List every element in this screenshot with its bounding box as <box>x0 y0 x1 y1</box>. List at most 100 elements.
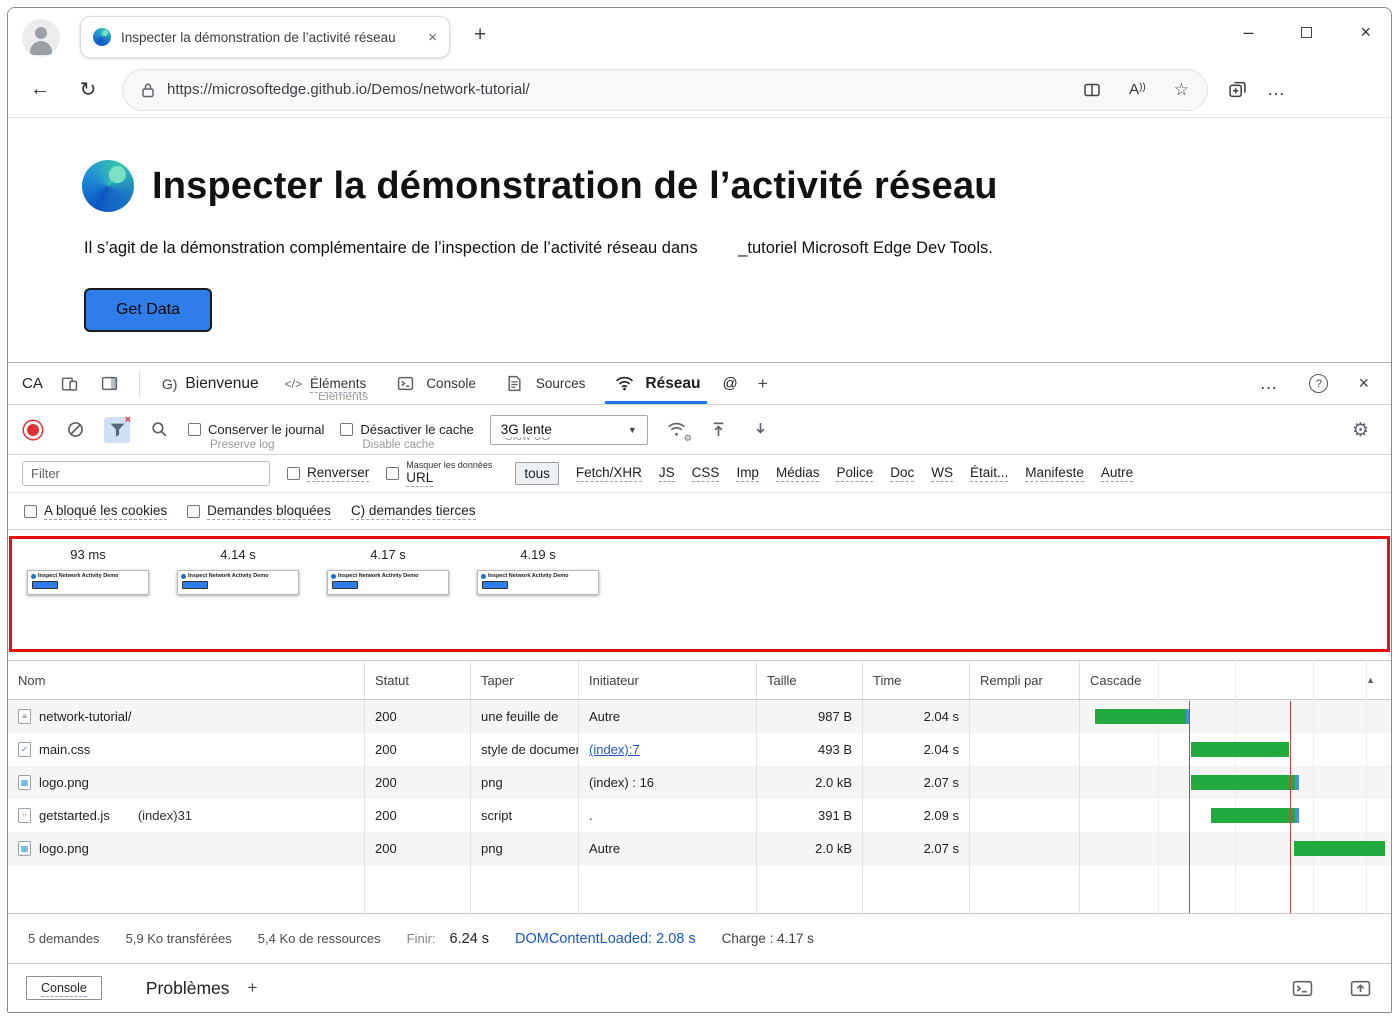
device-toolbar-icon[interactable] <box>57 371 83 397</box>
request-row[interactable]: ‹›getstarted.js(index)31200script.391 B2… <box>8 799 1391 832</box>
cell-initiator[interactable]: (index):7 <box>579 733 757 766</box>
filter-pill-tous[interactable]: tous <box>515 462 559 485</box>
clear-button[interactable] <box>62 417 88 443</box>
blocked-cookies-checkbox[interactable]: A bloqué les cookies <box>24 503 167 520</box>
search-button[interactable] <box>146 417 172 443</box>
domcontentloaded-value: DOMContentLoaded: 2.08 s <box>515 931 696 947</box>
more-tabs-button[interactable]: + <box>758 374 768 394</box>
settings-gear-icon[interactable]: ⚙ <box>1352 419 1369 441</box>
favorite-star-icon[interactable]: ☆ <box>1174 80 1189 100</box>
close-button[interactable]: × <box>1360 22 1371 43</box>
third-party-requests-filter[interactable]: C) demandes tierces <box>351 503 476 520</box>
devtools-menu-icon[interactable]: … <box>1259 373 1277 394</box>
waterfall-bar[interactable] <box>1191 742 1290 757</box>
waterfall-bar[interactable] <box>1294 841 1385 856</box>
import-har-button[interactable] <box>706 417 732 443</box>
site-info-icon[interactable] <box>141 82 155 98</box>
drawer-tab-console[interactable]: Console <box>26 976 102 1000</box>
network-conditions-icon[interactable]: ⚙ <box>664 417 690 443</box>
col-time[interactable]: Time <box>863 661 970 699</box>
col-size[interactable]: Taille <box>757 661 863 699</box>
filter-input[interactable] <box>22 461 270 486</box>
collections-icon[interactable] <box>1228 80 1247 99</box>
edge-logo-icon <box>31 574 36 579</box>
split-screen-icon[interactable] <box>1083 81 1101 99</box>
url-bar[interactable]: https://microsoftedge.github.io/Demos/ne… <box>122 69 1208 111</box>
tab-elements[interactable]: </> ÉlémentsElements <box>279 363 373 404</box>
col-name[interactable]: Nom <box>8 661 365 699</box>
waterfall-bar[interactable] <box>1095 709 1187 724</box>
tab-devtools-console[interactable]: Console <box>386 363 482 404</box>
filter-pill-Médias[interactable]: Médias <box>776 465 820 482</box>
request-row[interactable]: ✓main.css200style de document(index):749… <box>8 733 1391 766</box>
devtools-close-icon[interactable]: × <box>1358 373 1369 394</box>
filter-pill-Police[interactable]: Police <box>836 465 873 482</box>
filter-toggle-button[interactable]: × <box>104 417 130 443</box>
waterfall-bar[interactable] <box>1191 775 1297 790</box>
filter-pill-WS[interactable]: WS <box>931 465 953 482</box>
filter-clear-icon: × <box>125 414 131 426</box>
filter-pill-JS[interactable]: JS <box>659 465 675 482</box>
filmstrip-frame[interactable]: 4.17 sInspect Network Activity Demo <box>324 547 452 595</box>
profile-avatar[interactable] <box>22 19 60 57</box>
preserve-log-checkbox[interactable]: Conserver le journal Preserve log <box>188 422 324 437</box>
inspect-element-tool[interactable]: CA <box>22 375 43 392</box>
filmstrip-frame[interactable]: 4.19 sInspect Network Activity Demo <box>474 547 602 595</box>
filter-pill-Imp[interactable]: Imp <box>736 465 759 482</box>
maximize-button[interactable] <box>1301 22 1312 43</box>
cell-time: 2.07 s <box>863 766 970 799</box>
tab-network[interactable]: Réseau <box>605 363 706 404</box>
col-type[interactable]: Taper <box>471 661 579 699</box>
filter-pill-Manifeste[interactable]: Manifeste <box>1025 465 1084 482</box>
filter-pill-Était...[interactable]: Était... <box>970 465 1008 482</box>
hide-data-urls-checkbox[interactable]: Masquer les donnéesURL <box>386 460 492 488</box>
cell-fulfilled <box>970 832 1080 865</box>
help-icon[interactable]: ? <box>1309 374 1328 393</box>
col-fulfilled[interactable]: Rempli par <box>970 661 1080 699</box>
blocked-requests-checkbox[interactable]: Demandes bloquées <box>187 503 331 520</box>
browser-tab[interactable]: Inspecter la démonstration de l’activité… <box>80 16 450 58</box>
filter-pill-Fetch/XHR[interactable]: Fetch/XHR <box>576 465 642 482</box>
expand-panel-icon[interactable] <box>1347 975 1373 1001</box>
request-row[interactable]: ≡network-tutorial/200une feuille deAutre… <box>8 700 1391 733</box>
request-row[interactable]: ▦logo.png200png(index) : 162.0 kB2.07 s <box>8 766 1391 799</box>
get-data-button[interactable]: Get Data <box>84 288 212 332</box>
drawer-console-icon[interactable] <box>1289 975 1315 1001</box>
browser-menu-icon[interactable]: … <box>1267 79 1286 100</box>
waterfall-bar-tip <box>1295 808 1299 823</box>
disable-cache-checkbox[interactable]: Désactiver le cache Disable cache <box>340 422 473 437</box>
throttling-select[interactable]: Slow 3G 3G lente ▼ <box>490 415 648 445</box>
waterfall-bar[interactable] <box>1211 808 1297 823</box>
read-aloud-icon[interactable]: A)) <box>1129 81 1146 98</box>
drawer-tab-issues[interactable]: Problèmes + <box>146 978 258 999</box>
transferred-size: 5,9 Ko transférées <box>126 931 232 946</box>
filmstrip-frame[interactable]: 93 msInspect Network Activity Demo <box>24 547 152 595</box>
minimize-button[interactable]: – <box>1243 22 1253 43</box>
tab-sources[interactable]: Sources <box>496 363 592 404</box>
filter-pill-CSS[interactable]: CSS <box>692 465 720 482</box>
export-har-button[interactable] <box>748 417 774 443</box>
col-status[interactable]: Statut <box>365 661 471 699</box>
tab-welcome[interactable]: G) Bienvenue <box>156 363 265 404</box>
cell-name: ✓main.css <box>8 733 365 766</box>
dock-side-icon[interactable] <box>97 371 123 397</box>
cell-initiator: Autre <box>579 700 757 733</box>
back-button[interactable]: ← <box>26 78 54 101</box>
tab-extra[interactable]: @ <box>723 375 738 392</box>
invert-filter-checkbox[interactable]: Renverser <box>287 465 369 482</box>
drawer-add-icon[interactable]: + <box>248 978 258 998</box>
request-row[interactable]: ▦logo.png200pngAutre2.0 kB2.07 s <box>8 832 1391 865</box>
checkbox <box>340 423 353 436</box>
tutorial-link[interactable]: _tutoriel Microsoft Edge Dev Tools. <box>738 239 993 257</box>
col-initiator[interactable]: Initiateur <box>579 661 757 699</box>
new-tab-button[interactable]: + <box>474 23 486 47</box>
refresh-button[interactable]: ↻ <box>74 77 102 102</box>
filter-pill-Doc[interactable]: Doc <box>890 465 914 482</box>
record-icon <box>27 424 39 436</box>
load-marker-line <box>1290 701 1291 913</box>
network-wifi-icon <box>611 371 637 397</box>
filmstrip-frame[interactable]: 4.14 sInspect Network Activity Demo <box>174 547 302 595</box>
record-button[interactable] <box>20 417 46 443</box>
filter-pill-Autre[interactable]: Autre <box>1101 465 1133 482</box>
tab-close-icon[interactable]: × <box>428 29 437 46</box>
